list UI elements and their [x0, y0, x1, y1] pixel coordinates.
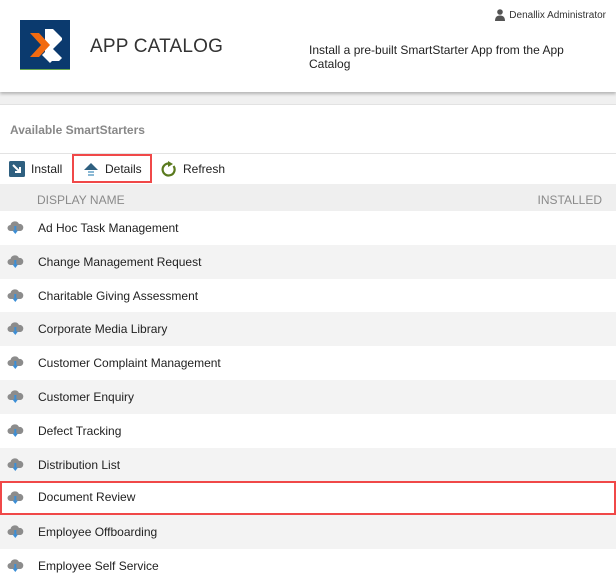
install-label: Install: [31, 162, 63, 176]
app-logo: [20, 20, 70, 70]
cloud-download-icon: [7, 254, 24, 272]
cloud-download-icon: [7, 355, 24, 373]
table-row[interactable]: Charitable Giving Assessment: [0, 278, 616, 313]
cloud-download-icon: [7, 423, 24, 441]
app-header: APP CATALOG Denallix Administrator Insta…: [0, 0, 616, 92]
cloud-download-icon: [7, 524, 24, 542]
row-display-name: Charitable Giving Assessment: [38, 288, 199, 303]
cloud-download-icon: [7, 220, 24, 238]
row-display-name: Employee Self Service: [38, 558, 159, 573]
toolbar: Install Details Refresh: [0, 154, 616, 184]
table-row[interactable]: Customer Complaint Management: [0, 346, 616, 380]
cloud-download-icon: [7, 389, 24, 407]
row-display-name: Corporate Media Library: [38, 322, 168, 337]
column-header-display-name[interactable]: DISPLAY NAME: [37, 193, 125, 207]
header-separator: [0, 92, 616, 105]
table-row[interactable]: Defect Tracking: [0, 413, 616, 448]
cloud-download-icon: [7, 457, 24, 475]
install-arrow-icon: [9, 161, 25, 177]
section-title: Available SmartStarters: [10, 123, 145, 137]
table-row[interactable]: Employee Offboarding: [0, 515, 616, 549]
install-button[interactable]: Install: [9, 154, 62, 184]
cloud-download-icon: [7, 490, 24, 508]
row-display-name: Defect Tracking: [38, 423, 122, 438]
table-row[interactable]: Change Management Request: [0, 244, 616, 279]
column-header-installed[interactable]: INSTALLED: [538, 193, 602, 207]
table-row[interactable]: Document Review: [0, 481, 616, 516]
table-row[interactable]: Ad Hoc Task Management: [0, 211, 616, 245]
details-label: Details: [105, 161, 142, 176]
refresh-label: Refresh: [183, 162, 226, 176]
table-row[interactable]: Employee Self Service: [0, 548, 616, 583]
row-display-name: Employee Offboarding: [38, 525, 158, 540]
row-display-name: Document Review: [38, 490, 136, 505]
row-display-name: Distribution List: [38, 457, 121, 472]
table-row[interactable]: Corporate Media Library: [0, 312, 616, 347]
user-icon: [495, 9, 506, 21]
table-header: DISPLAY NAME INSTALLED: [0, 184, 616, 214]
page-description: Install a pre-built SmartStarter App fro…: [309, 43, 564, 71]
app-title: APP CATALOG: [90, 36, 224, 57]
refresh-button[interactable]: Refresh: [161, 154, 225, 184]
cloud-download-icon: [7, 288, 24, 306]
user-name: Denallix Administrator: [509, 9, 606, 21]
refresh-icon: [161, 161, 176, 177]
table-row[interactable]: Customer Enquiry: [0, 379, 616, 414]
cloud-download-icon: [7, 321, 24, 339]
user-menu[interactable]: Denallix Administrator: [495, 9, 606, 21]
row-display-name: Change Management Request: [38, 254, 202, 269]
details-up-arrow-icon: [84, 162, 98, 176]
row-display-name: Customer Complaint Management: [38, 356, 221, 371]
cloud-download-icon: [7, 558, 24, 576]
row-display-name: Customer Enquiry: [38, 389, 135, 404]
table-row[interactable]: Distribution List: [0, 447, 616, 482]
details-button[interactable]: Details: [72, 154, 152, 183]
row-display-name: Ad Hoc Task Management: [38, 221, 179, 235]
smartstarter-list: Ad Hoc Task Management Change Management…: [0, 211, 616, 583]
logo-x-icon: [30, 29, 62, 63]
